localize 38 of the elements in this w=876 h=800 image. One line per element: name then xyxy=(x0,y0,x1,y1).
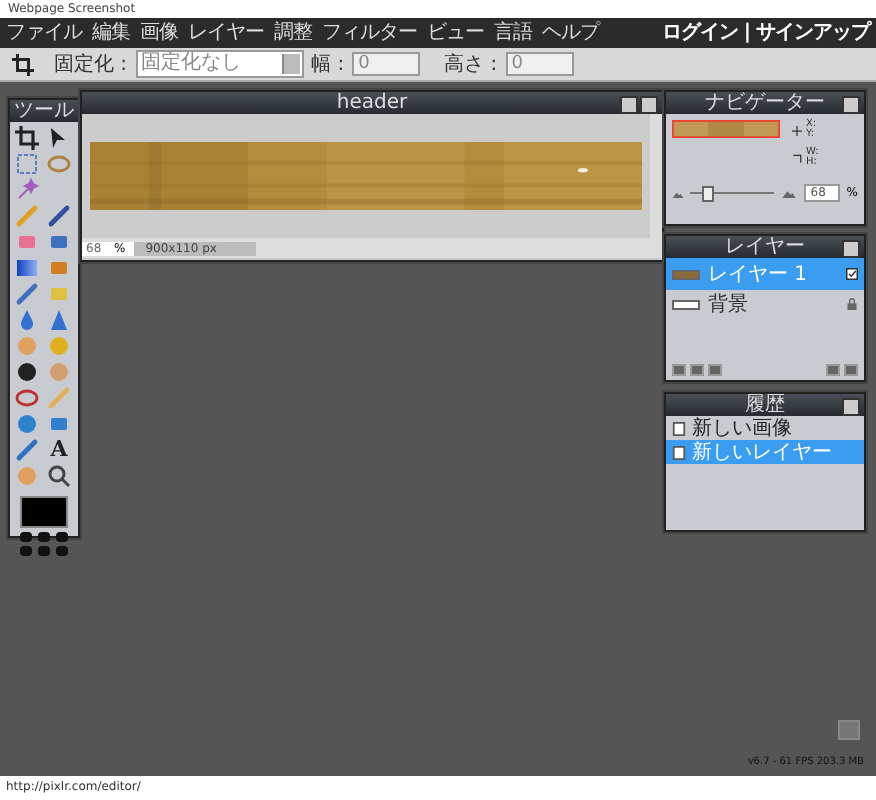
slider-thumb[interactable] xyxy=(702,186,715,202)
wand-icon[interactable] xyxy=(14,178,40,202)
cone-icon[interactable] xyxy=(46,308,72,332)
field-label: 高さ : xyxy=(444,51,498,78)
panel-title: レイヤー xyxy=(666,236,864,258)
crop-icon[interactable] xyxy=(14,126,40,150)
gradient-icon[interactable] xyxy=(14,256,40,280)
checkbox-icon[interactable] xyxy=(846,268,858,280)
layer-item[interactable]: 背景 xyxy=(666,290,864,318)
crop-icon[interactable] xyxy=(12,53,34,75)
field-label: 幅 : xyxy=(311,52,345,78)
menu-item[interactable]: 画像 xyxy=(140,20,178,46)
menu-item[interactable]: ビュー xyxy=(427,20,484,46)
menu-item[interactable]: ファイル xyxy=(6,20,82,46)
history-item[interactable]: 新しい画像 xyxy=(666,416,864,440)
separator: | xyxy=(743,20,750,46)
search-icon[interactable] xyxy=(46,464,72,488)
signup-link[interactable]: サインアップ xyxy=(756,20,870,46)
constraint-dropdown[interactable]: 固定化なし xyxy=(135,50,304,78)
field-label: 固定化 : xyxy=(54,51,128,78)
menu-item[interactable]: ヘルプ xyxy=(542,20,599,46)
menu-item[interactable]: フィルター xyxy=(322,20,417,46)
panel-title: 履歴 xyxy=(666,394,864,416)
layer-thumbnail xyxy=(672,269,700,279)
menu-item[interactable]: 言語 xyxy=(494,20,532,46)
layer-thumbnail xyxy=(672,299,700,309)
mountain-icon xyxy=(672,189,684,197)
text-tool[interactable]: A xyxy=(46,438,72,462)
menu-item[interactable]: レイヤー xyxy=(188,20,264,46)
panel-title: ツール xyxy=(10,100,78,122)
login-link[interactable]: ログイン xyxy=(661,20,738,46)
panel-title: ナビゲーター xyxy=(666,92,864,114)
menu-item[interactable]: 編集 xyxy=(92,20,130,46)
crosshair-icon xyxy=(792,125,802,135)
menu-item[interactable]: 調整 xyxy=(274,20,312,46)
color-swatch[interactable] xyxy=(20,496,68,528)
mountain-icon xyxy=(780,188,799,198)
window-title: header xyxy=(82,92,662,114)
